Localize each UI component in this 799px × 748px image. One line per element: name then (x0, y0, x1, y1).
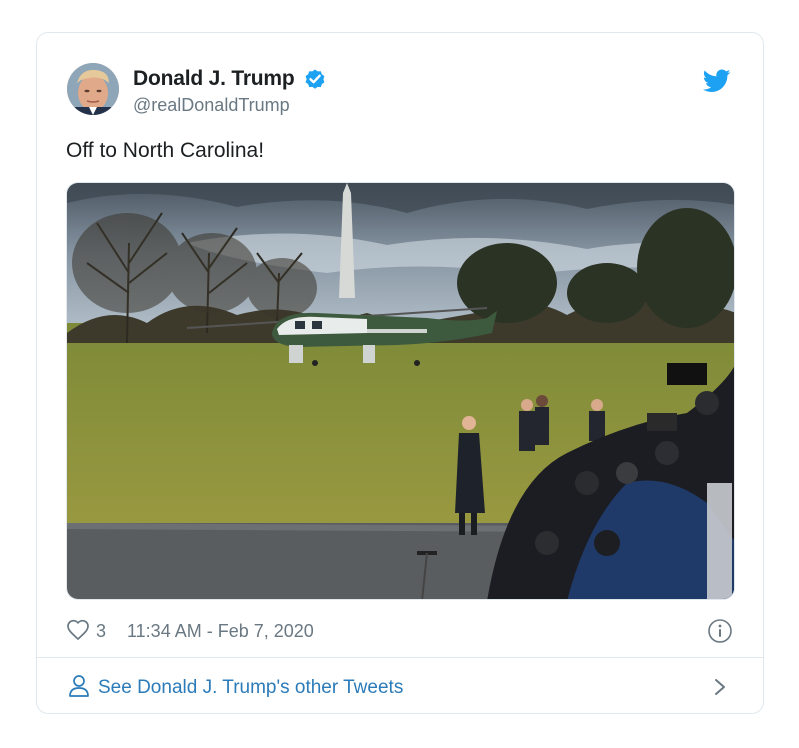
person-icon (69, 675, 89, 697)
twitter-bird-icon[interactable] (703, 69, 731, 93)
chevron-right-icon[interactable] (713, 677, 727, 697)
see-other-tweets-link[interactable]: See Donald J. Trump's other Tweets (98, 677, 403, 699)
tweet-timestamp[interactable]: 11:34 AM - Feb 7, 2020 (127, 621, 314, 642)
tweet-meta: 3 11:34 AM - Feb 7, 2020 (66, 617, 735, 645)
divider (37, 657, 763, 658)
photo-image (67, 183, 734, 599)
tweet-photo[interactable] (66, 182, 735, 600)
embedded-tweet-card: Donald J. Trump @realDonaldTrump Off to … (36, 32, 764, 714)
verified-badge-icon (305, 69, 325, 89)
tweet-header: Donald J. Trump @realDonaldTrump (65, 63, 735, 123)
other-tweets-link[interactable]: See Donald J. Trump's other Tweets (66, 671, 735, 703)
avatar[interactable] (67, 63, 119, 115)
avatar-image (67, 63, 119, 115)
author-names[interactable]: Donald J. Trump @realDonaldTrump (133, 67, 327, 116)
tweet-text: Off to North Carolina! (66, 139, 265, 162)
handle[interactable]: @realDonaldTrump (133, 95, 327, 116)
display-name[interactable]: Donald J. Trump (133, 67, 295, 91)
like-count[interactable]: 3 (96, 621, 106, 642)
heart-icon[interactable] (66, 618, 90, 642)
info-icon[interactable] (707, 618, 733, 644)
